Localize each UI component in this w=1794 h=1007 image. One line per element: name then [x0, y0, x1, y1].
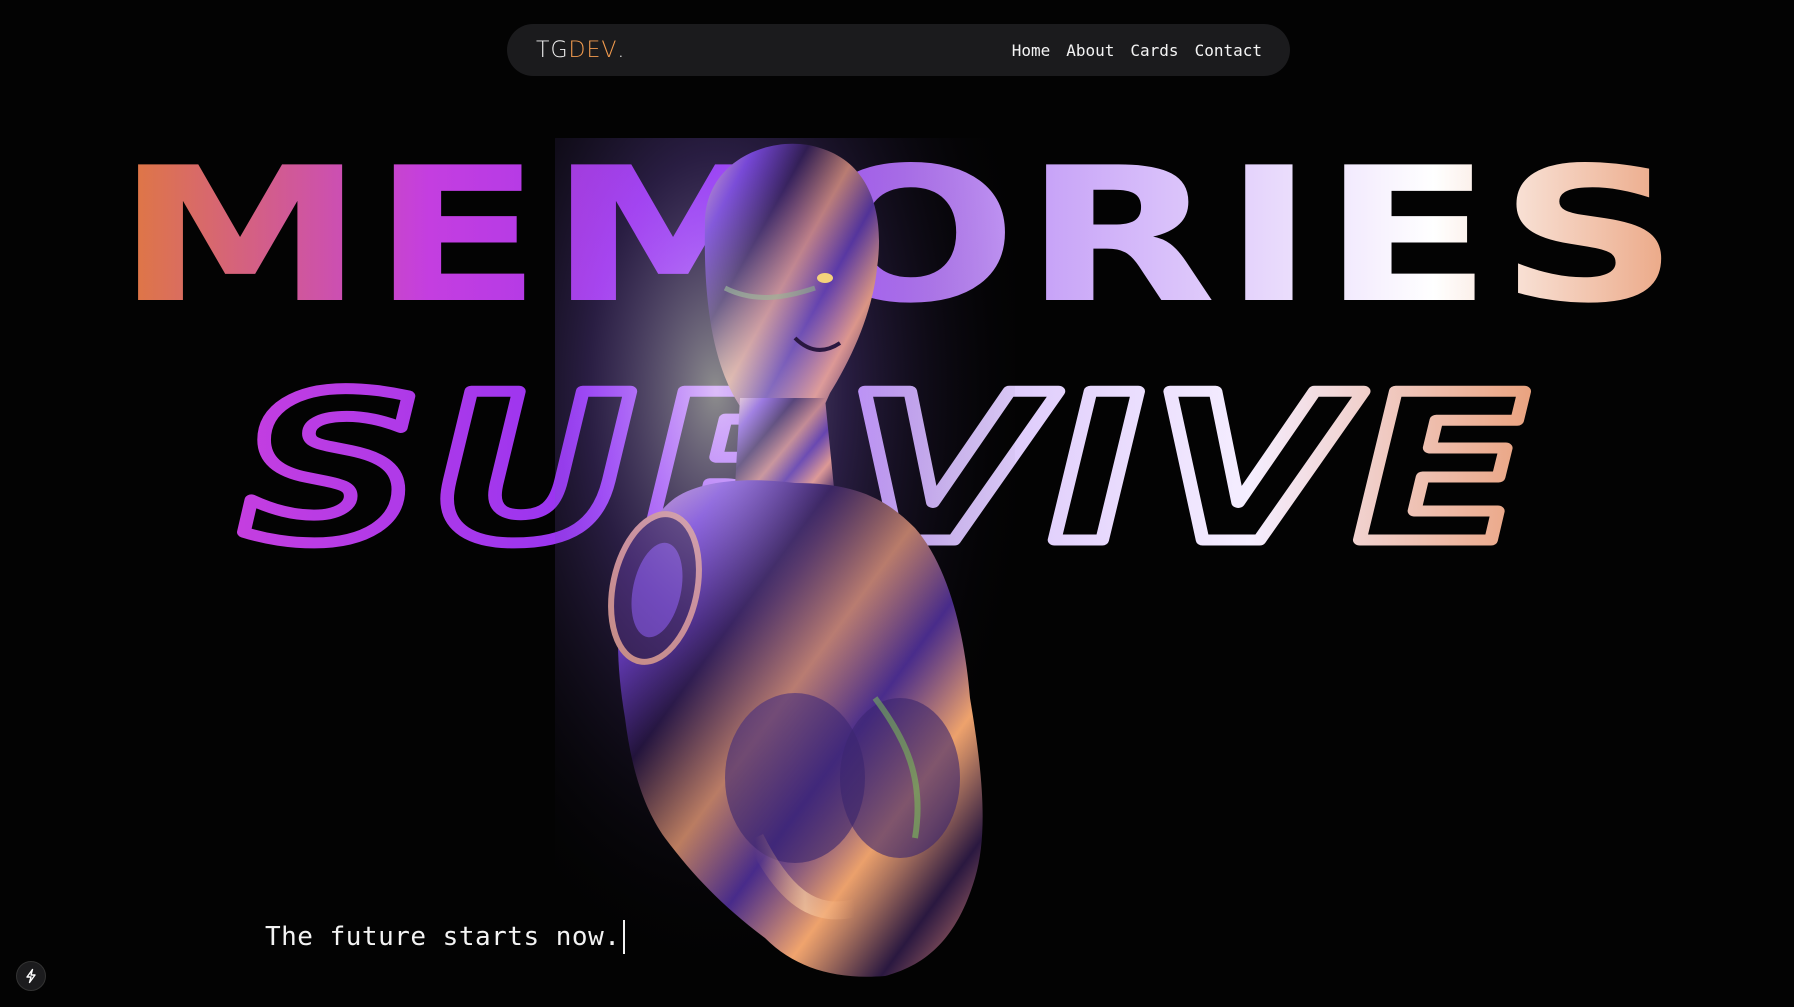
nav-link-home[interactable]: Home [1012, 41, 1051, 60]
tagline: The future starts now. [265, 920, 626, 954]
nav-links: Home About Cards Contact [1012, 41, 1262, 60]
tagline-text: The future starts now. [265, 922, 621, 952]
nav-link-contact[interactable]: Contact [1195, 41, 1262, 60]
bolt-icon [26, 968, 36, 984]
nav-link-cards[interactable]: Cards [1130, 41, 1178, 60]
logo-part-dev: DEV [568, 37, 618, 63]
navbar: TG DEV . Home About Cards Contact [507, 24, 1290, 76]
nav-link-about[interactable]: About [1066, 41, 1114, 60]
bolt-badge-button[interactable] [16, 961, 46, 991]
chrome-bust-image [555, 138, 1015, 980]
logo-part-tg: TG [536, 37, 569, 63]
logo-part-dot: . [617, 37, 626, 63]
text-caret [623, 920, 626, 954]
logo[interactable]: TG DEV . [536, 38, 625, 63]
